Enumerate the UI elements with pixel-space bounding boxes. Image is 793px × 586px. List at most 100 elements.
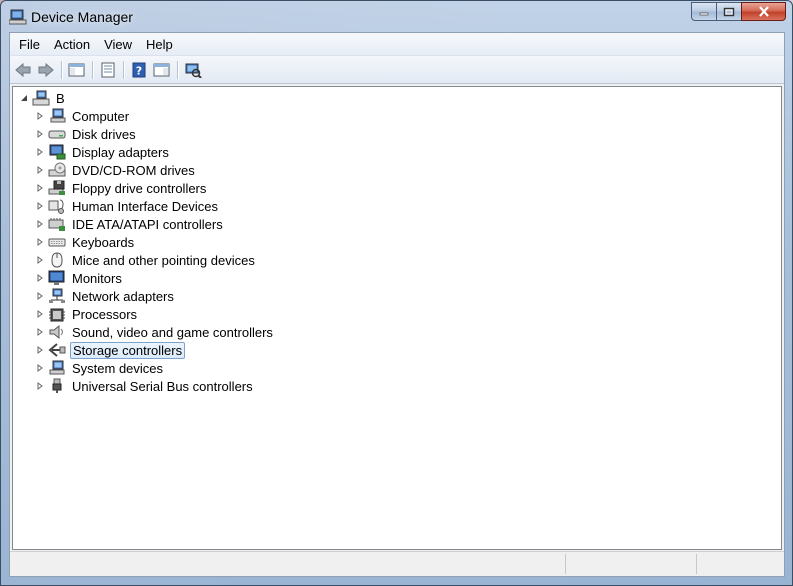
hid-icon [48, 198, 66, 214]
client-area: File Action View Help ? B Computer Disk … [9, 32, 785, 577]
dvd-drive-icon [48, 162, 66, 178]
device-tree[interactable]: B Computer Disk drives Display adapters DVD… [12, 86, 782, 550]
expand-icon[interactable] [35, 220, 44, 229]
expand-icon[interactable] [35, 184, 44, 193]
properties-button[interactable] [97, 59, 119, 81]
tree-item-label[interactable]: Mice and other pointing devices [70, 252, 257, 269]
scan-hardware-changes-icon [185, 63, 202, 78]
status-pane-main [10, 554, 566, 574]
tree-item[interactable]: Storage controllers [35, 341, 186, 359]
menu-view[interactable]: View [97, 35, 139, 54]
expand-icon[interactable] [35, 148, 44, 157]
minimize-button[interactable] [691, 2, 717, 21]
tree-item-label[interactable]: Sound, video and game controllers [70, 324, 275, 341]
expand-icon[interactable] [35, 346, 44, 355]
toolbar-separator [123, 60, 125, 79]
expand-icon[interactable] [35, 238, 44, 247]
help-button[interactable]: ? [128, 59, 150, 81]
help-icon: ? [132, 62, 146, 77]
tree-item[interactable]: IDE ATA/ATAPI controllers [35, 215, 225, 233]
show-hide-console-tree-button[interactable] [66, 59, 88, 81]
tree-item-label[interactable]: Monitors [70, 270, 124, 287]
tree-item-label[interactable]: Disk drives [70, 126, 138, 143]
tree-item-label[interactable]: Storage controllers [70, 341, 186, 359]
tree-item-label[interactable]: Processors [70, 306, 139, 323]
display-adapter-icon [48, 144, 66, 160]
caption-buttons [691, 2, 786, 21]
tree-item[interactable]: Disk drives [35, 125, 138, 143]
tree-item-label[interactable]: Universal Serial Bus controllers [70, 378, 255, 395]
monitor-icon [48, 270, 66, 286]
tree-item-label[interactable]: Human Interface Devices [70, 198, 220, 215]
forward-button[interactable] [35, 59, 57, 81]
expand-icon[interactable] [35, 112, 44, 121]
tree-item[interactable]: Universal Serial Bus controllers [35, 377, 255, 395]
menu-action[interactable]: Action [47, 35, 97, 54]
computer-icon [48, 108, 66, 124]
minimize-icon [699, 12, 709, 15]
tree-item[interactable]: Human Interface Devices [35, 197, 220, 215]
tree-item[interactable]: Floppy drive controllers [35, 179, 208, 197]
tree-item[interactable]: DVD/CD-ROM drives [35, 161, 197, 179]
tree-item-label[interactable]: Display adapters [70, 144, 171, 161]
mouse-icon [48, 252, 66, 268]
tree-item-label[interactable]: System devices [70, 360, 165, 377]
svg-text:?: ? [136, 64, 142, 77]
status-bar [10, 551, 784, 576]
computer-icon [32, 90, 50, 106]
status-pane-secondary [566, 554, 697, 574]
ide-controller-icon [48, 216, 66, 232]
toolbar-separator [61, 60, 63, 79]
close-button[interactable] [741, 2, 786, 21]
menu-file[interactable]: File [12, 35, 47, 54]
toolbar-separator [177, 60, 179, 79]
tree-item-label[interactable]: IDE ATA/ATAPI controllers [70, 216, 225, 233]
tree-item[interactable]: Processors [35, 305, 139, 323]
network-adapter-icon [48, 288, 66, 304]
tree-item-label[interactable]: Network adapters [70, 288, 176, 305]
sound-icon [48, 324, 66, 340]
tree-root[interactable]: B [19, 89, 67, 107]
tree-item[interactable]: Monitors [35, 269, 124, 287]
tree-item[interactable]: Computer [35, 107, 131, 125]
expand-icon[interactable] [35, 364, 44, 373]
expand-icon[interactable] [35, 256, 44, 265]
usb-icon [48, 378, 66, 394]
tree-item-label[interactable]: DVD/CD-ROM drives [70, 162, 197, 179]
disk-drive-icon [48, 126, 66, 142]
tree-item[interactable]: Network adapters [35, 287, 176, 305]
tree-item-label[interactable]: Keyboards [70, 234, 136, 251]
tree-item-label[interactable]: Computer [70, 108, 131, 125]
expand-icon[interactable] [35, 292, 44, 301]
tree-root-label[interactable]: B [54, 90, 67, 107]
expand-icon[interactable] [35, 310, 44, 319]
expand-icon[interactable] [35, 274, 44, 283]
collapse-icon[interactable] [19, 94, 28, 103]
tree-item[interactable]: Sound, video and game controllers [35, 323, 275, 341]
back-button[interactable] [12, 59, 34, 81]
maximize-button[interactable] [716, 2, 742, 21]
title-bar[interactable]: Device Manager [1, 1, 792, 33]
back-icon [15, 62, 31, 77]
expand-icon[interactable] [35, 202, 44, 211]
expand-icon[interactable] [35, 166, 44, 175]
floppy-controller-icon [48, 180, 66, 196]
restore-icon [723, 7, 735, 16]
scan-hardware-changes-button[interactable] [182, 59, 204, 81]
menu-help[interactable]: Help [139, 35, 180, 54]
expand-icon[interactable] [35, 328, 44, 337]
device-manager-icon [8, 9, 27, 25]
show-action-pane-button[interactable] [151, 59, 173, 81]
status-pane-tertiary [697, 554, 777, 574]
keyboard-icon [48, 234, 66, 250]
tree-item[interactable]: Mice and other pointing devices [35, 251, 257, 269]
tree-item-label[interactable]: Floppy drive controllers [70, 180, 208, 197]
close-icon [758, 6, 769, 17]
tree-item[interactable]: Keyboards [35, 233, 136, 251]
expand-icon[interactable] [35, 382, 44, 391]
menu-bar: File Action View Help [10, 33, 784, 56]
tree-item[interactable]: Display adapters [35, 143, 171, 161]
window-title: Device Manager [31, 9, 133, 25]
tree-item[interactable]: System devices [35, 359, 165, 377]
expand-icon[interactable] [35, 130, 44, 139]
